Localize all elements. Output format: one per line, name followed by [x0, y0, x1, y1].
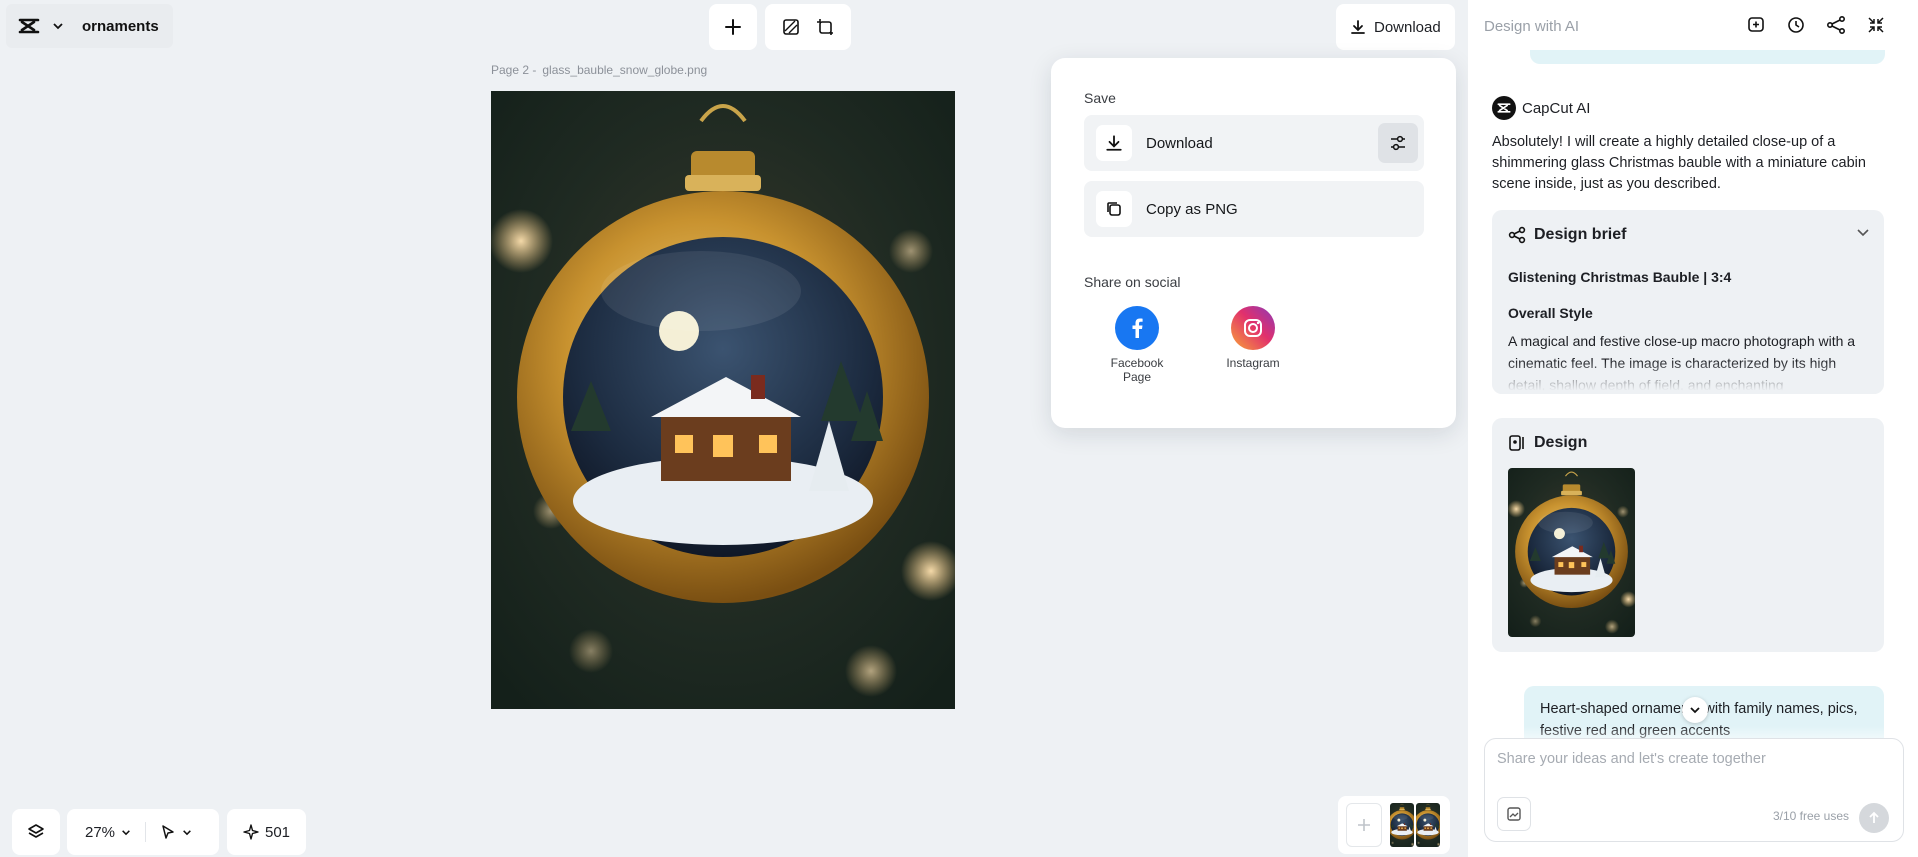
- history-icon[interactable]: [1786, 15, 1806, 35]
- resize-icon[interactable]: [816, 18, 834, 36]
- facebook-label: Facebook Page: [1110, 356, 1164, 384]
- plus-icon: [724, 18, 742, 36]
- download-option[interactable]: Download: [1084, 115, 1424, 171]
- chevron-down-icon[interactable]: [52, 22, 64, 30]
- design-title: Design: [1534, 434, 1588, 451]
- previous-message-bubble: [1530, 50, 1885, 64]
- facebook-share-button[interactable]: Facebook Page: [1097, 306, 1177, 384]
- design-header: Design: [1508, 434, 1587, 452]
- divider: [145, 822, 147, 842]
- fade-overlay: [1492, 360, 1884, 394]
- remove-background-icon[interactable]: [782, 18, 800, 36]
- add-page-button[interactable]: [1346, 803, 1382, 847]
- chat-composer: 3/10 free uses: [1484, 738, 1904, 842]
- overall-style-heading: Overall Style: [1508, 305, 1593, 321]
- layers-icon: [27, 823, 45, 841]
- ai-author: CapCut AI: [1492, 96, 1590, 120]
- save-menu: Save Download Copy as PNG Share on socia…: [1051, 58, 1456, 428]
- sparkle-icon: [243, 824, 259, 840]
- design-brief-header: Design brief: [1508, 226, 1626, 244]
- ai-author-name: CapCut AI: [1522, 99, 1591, 117]
- ornament-image: [491, 91, 955, 709]
- layers-button[interactable]: [12, 809, 60, 855]
- brief-subtitle: Glistening Christmas Bauble | 3:4: [1508, 269, 1732, 285]
- chat-scroll-area[interactable]: CapCut AI Absolutely! I will create a hi…: [1468, 50, 1918, 740]
- page-thumbnail[interactable]: [1390, 803, 1414, 847]
- page-label: Page 2 - glass_bauble_snow_globe.png: [491, 63, 707, 77]
- free-uses-counter: 3/10 free uses: [1772, 809, 1849, 823]
- design-thumbnail[interactable]: [1508, 468, 1635, 637]
- design-brief-title: Design brief: [1534, 226, 1627, 243]
- share-icon[interactable]: [1826, 15, 1846, 35]
- cursor-icon[interactable]: [160, 824, 176, 840]
- project-switcher[interactable]: ornaments: [6, 4, 173, 48]
- brief-icon: [1508, 226, 1526, 244]
- download-button[interactable]: Download: [1336, 4, 1455, 50]
- chevron-down-icon[interactable]: [1856, 228, 1870, 238]
- download-label: Download: [1374, 18, 1441, 36]
- copy-icon: [1096, 191, 1132, 227]
- ai-panel: Design with AI CapCut AI Absolutely! I w…: [1468, 0, 1918, 857]
- collapse-panel-icon[interactable]: [1866, 15, 1886, 35]
- instagram-icon: [1231, 306, 1275, 350]
- zoom-controls: 27%: [67, 809, 219, 855]
- add-element-button[interactable]: [709, 4, 757, 50]
- credits-button[interactable]: 501: [227, 809, 307, 855]
- page-thumbnail[interactable]: [1416, 803, 1440, 847]
- download-icon: [1096, 125, 1132, 161]
- add-image-icon[interactable]: [1497, 797, 1531, 831]
- design-card: Design: [1492, 418, 1884, 652]
- panel-title: Design with AI: [1484, 18, 1580, 35]
- new-chat-icon[interactable]: [1746, 15, 1766, 35]
- share-section-label: Share on social: [1084, 274, 1181, 290]
- design-icon: [1508, 434, 1526, 452]
- capcut-logo-icon[interactable]: [18, 17, 40, 35]
- page-number: Page 2 -: [491, 63, 537, 77]
- file-name: glass_bauble_snow_globe.png: [542, 63, 708, 77]
- chat-input[interactable]: [1497, 751, 1893, 767]
- copy-as-png-option[interactable]: Copy as PNG: [1084, 181, 1424, 237]
- save-section-label: Save: [1084, 90, 1116, 106]
- instagram-share-button[interactable]: Instagram: [1213, 306, 1293, 370]
- download-settings-icon[interactable]: [1378, 123, 1418, 163]
- design-brief-card[interactable]: Design brief Glistening Christmas Bauble…: [1492, 210, 1884, 394]
- credits-count: 501: [265, 823, 291, 841]
- ai-message: Absolutely! I will create a highly detai…: [1492, 134, 1866, 192]
- pages-strip: [1338, 796, 1450, 854]
- zoom-level[interactable]: 27%: [85, 824, 115, 841]
- chevron-down-icon[interactable]: [182, 829, 192, 836]
- download-option-label: Download: [1146, 134, 1213, 152]
- copy-option-label: Copy as PNG: [1146, 200, 1238, 218]
- facebook-icon: [1115, 306, 1159, 350]
- chevron-down-icon[interactable]: [121, 829, 131, 836]
- download-icon: [1350, 19, 1366, 35]
- scroll-down-button[interactable]: [1682, 697, 1708, 723]
- instagram-label: Instagram: [1226, 356, 1280, 370]
- artboard-image[interactable]: [491, 91, 955, 709]
- send-button[interactable]: [1859, 803, 1889, 833]
- project-name[interactable]: ornaments: [82, 18, 159, 35]
- capcut-logo-icon: [1492, 96, 1516, 120]
- canvas-tools: [765, 4, 851, 50]
